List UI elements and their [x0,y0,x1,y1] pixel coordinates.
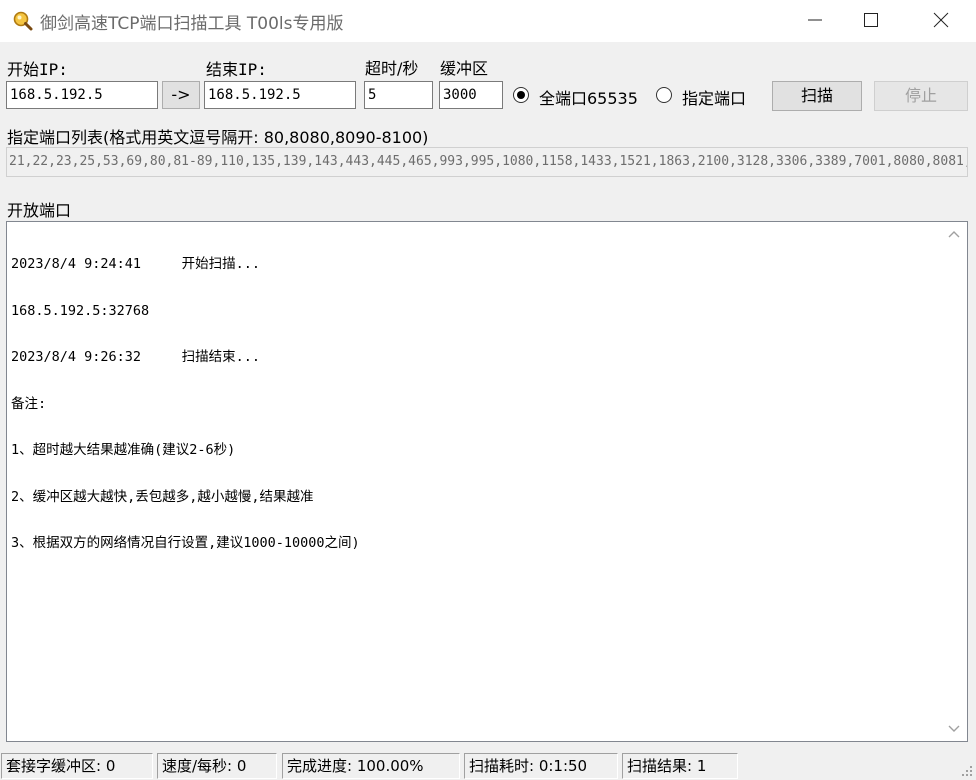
all-ports-label[interactable]: 全端口65535 [539,85,638,109]
minimize-button[interactable] [792,0,838,40]
status-speed: 速度/每秒: 0 [157,753,277,779]
end-ip-input[interactable]: 168.5.192.5 [204,81,356,109]
log-line: 2023/8/4 9:26:32 扫描结束... [11,349,261,365]
buffer-input[interactable]: 3000 [439,81,503,109]
log-line: 1、超时越大结果越准确(建议2-6秒) [11,442,236,458]
open-ports-log[interactable]: 2023/8/4 9:24:41 开始扫描... 168.5.192.5:327… [6,221,968,742]
log-scrollbar[interactable] [941,222,967,741]
specified-ports-radio[interactable] [656,87,672,103]
copy-ip-button[interactable]: -> [162,81,200,109]
close-button[interactable] [918,0,964,40]
start-ip-label: 开始IP: [7,60,68,79]
buffer-label: 缓冲区 [440,59,489,78]
chevron-down-icon [948,725,960,732]
status-elapsed: 扫描耗时: 0:1:50 [464,753,618,779]
log-line: 2、缓冲区越大越快,丢包越多,越小越慢,结果越准 [11,488,314,505]
log-line: 168.5.192.5:32768 [11,302,150,319]
magnifier-icon [12,10,34,32]
timeout-input[interactable]: 5 [364,81,433,109]
log-line: 备注: [11,395,47,412]
log-line: 3、根据双方的网络情况自行设置,建议1000-10000之间) [11,535,360,551]
status-bar: 套接字缓冲区: 0 速度/每秒: 0 完成进度: 100.00% 扫描耗时: 0… [0,750,976,780]
maximize-button[interactable] [848,0,894,40]
port-list-label: 指定端口列表(格式用英文逗号隔开: 80,8080,8090-8100) [7,128,429,147]
log-line: 2023/8/4 9:24:41 开始扫描... [11,256,261,272]
specified-ports-label[interactable]: 指定端口 [682,85,746,109]
maximize-icon [864,13,878,27]
status-socket-buffer: 套接字缓冲区: 0 [1,753,153,779]
log-lines: 2023/8/4 9:24:41 开始扫描... 168.5.192.5:327… [11,226,360,583]
open-ports-label: 开放端口 [7,201,72,220]
scroll-down-button[interactable] [941,717,967,741]
status-progress: 完成进度: 100.00% [282,753,460,779]
title-bar: 御剑高速TCP端口扫描工具 T00ls专用版 [0,0,976,42]
resize-grip-icon[interactable] [960,764,974,778]
minimize-icon [808,19,822,21]
close-icon [933,12,949,28]
stop-button[interactable]: 停止 [874,81,968,111]
status-results: 扫描结果: 1 [622,753,738,779]
timeout-label: 超时/秒 [365,59,419,78]
window-title: 御剑高速TCP端口扫描工具 T00ls专用版 [40,14,344,34]
start-ip-input[interactable]: 168.5.192.5 [6,81,158,109]
port-list-field[interactable]: 21,22,23,25,53,69,80,81-89,110,135,139,1… [6,147,968,177]
chevron-up-icon [948,231,960,238]
scan-button[interactable]: 扫描 [772,81,862,111]
scroll-up-button[interactable] [941,222,967,246]
end-ip-label: 结束IP: [206,60,267,79]
all-ports-radio[interactable] [513,87,529,103]
